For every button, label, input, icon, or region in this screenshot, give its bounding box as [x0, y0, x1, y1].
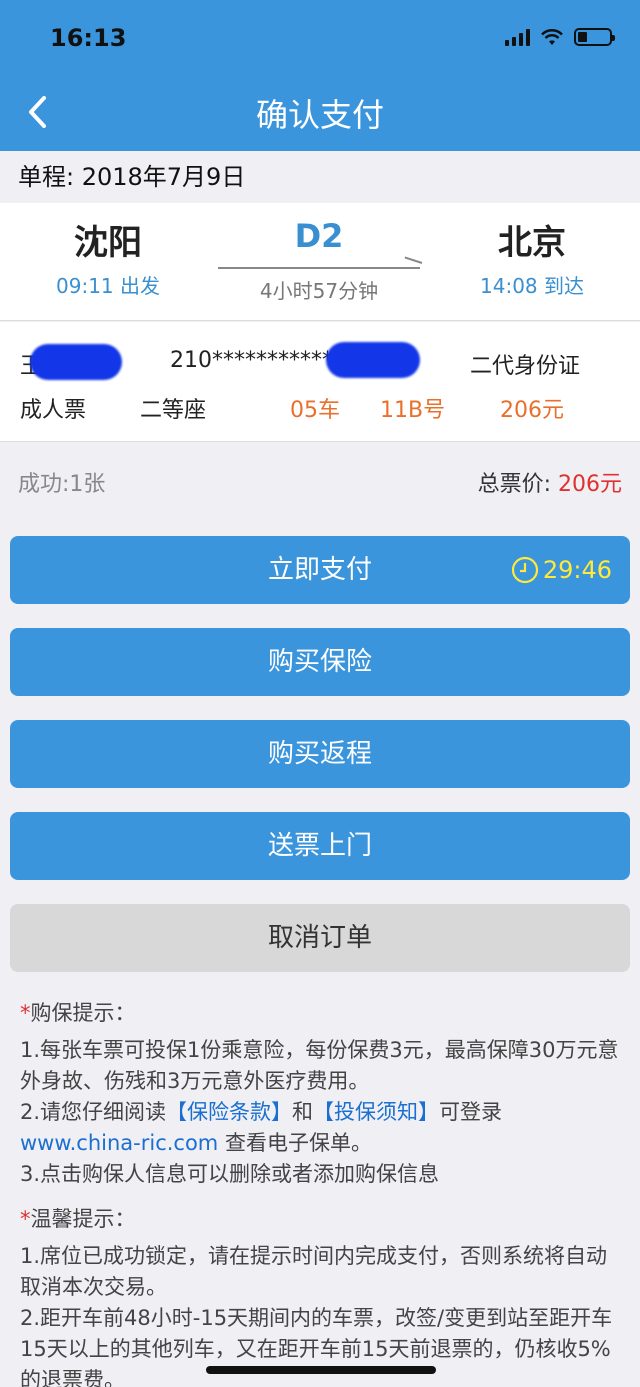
passenger-row[interactable]: 王 210***********2 二代身份证 成人票 二等座 05车 11B号…: [0, 322, 640, 442]
arrival-station: 北京 14:08 到达: [432, 215, 632, 299]
arrival-name: 北京: [498, 223, 566, 263]
insurance-url-link[interactable]: www.china-ric.com: [20, 1131, 218, 1155]
redaction-mark: [30, 344, 122, 380]
route-card: 沈阳 09:11 出发 D2 4小时57分钟 北京 14:08 到达: [0, 203, 640, 321]
ticket-price: 206元: [500, 398, 564, 423]
timer-text: 29:46: [542, 556, 612, 584]
train-code: D2: [294, 217, 344, 255]
departure-time: 09:11 出发: [56, 274, 160, 298]
pay-now-label: 立即支付: [267, 555, 372, 585]
insurance-tip-3: 3.点击购保人信息可以删除或者添加购保信息: [20, 1162, 440, 1186]
departure-name: 沈阳: [74, 223, 142, 263]
notice-tip-2: 2.距开车前48小时-15天期间内的车票，改签/变更到站至距开车15天以上的其他…: [20, 1306, 613, 1387]
insurance-terms-link[interactable]: 【保险条款】: [166, 1100, 292, 1124]
pay-now-button[interactable]: 立即支付 29:46: [10, 536, 630, 604]
wifi-icon: [541, 29, 563, 45]
delivery-button[interactable]: 送票上门: [10, 812, 630, 880]
clock-icon: [511, 556, 538, 584]
cancel-order-button[interactable]: 取消订单: [10, 904, 630, 972]
train-info: D2 4小时57分钟: [210, 217, 428, 304]
insurance-tips-title: *购保提示：: [20, 1001, 136, 1025]
passenger-id: 210***********2: [170, 348, 347, 373]
notice-tips-title: *温馨提示：: [20, 1207, 136, 1231]
route-arrow: [218, 267, 420, 269]
insurance-tip-2: 2.请您仔细阅读【保险条款】和【投保须知】可登录 www.china-ric.co…: [20, 1100, 503, 1155]
status-icons: [505, 28, 615, 46]
seat-class: 二等座: [140, 398, 207, 423]
car-number: 05车: [290, 398, 340, 423]
insurance-tip-1: 1.每张车票可投保1份乘意险，每份保费3元，最高保障30万元意外身故、伤残和3万…: [20, 1038, 619, 1093]
departure-station: 沈阳 09:11 出发: [8, 215, 208, 299]
notice-tip-1: 1.席位已成功锁定，请在提示时间内完成支付，否则系统将自动取消本次交易。: [20, 1244, 608, 1299]
redaction-mark: [326, 342, 420, 378]
total-label: 总票价:: [477, 472, 558, 497]
status-time: 16:13: [50, 24, 127, 52]
order-summary: 成功:1张 总票价: 206元: [0, 456, 640, 502]
seat-number: 11B号: [380, 398, 446, 423]
trip-duration: 4小时57分钟: [259, 279, 379, 303]
home-indicator[interactable]: [206, 1366, 436, 1374]
trip-date: 单程: 2018年7月9日: [0, 151, 640, 203]
battery-icon: [574, 28, 615, 46]
buy-return-button[interactable]: 购买返程: [10, 720, 630, 788]
page-title: 确认支付: [255, 96, 384, 134]
buy-insurance-button[interactable]: 购买保险: [10, 628, 630, 696]
total-value: 206元: [558, 472, 622, 497]
signal-icon: [505, 28, 530, 46]
total-price: 总票价: 206元: [478, 466, 622, 498]
tips-section: *购保提示： 1.每张车票可投保1份乘意险，每份保费3元，最高保障30万元意外身…: [20, 998, 620, 1387]
pay-timer: 29:46: [511, 536, 612, 604]
arrival-time: 14:08 到达: [480, 274, 584, 298]
id-type: 二代身份证: [470, 354, 581, 379]
header-bar: 16:13 确认支付: [0, 0, 640, 151]
insurance-notice-link[interactable]: 【投保须知】: [313, 1100, 439, 1124]
ticket-type: 成人票: [20, 398, 87, 423]
success-count: 成功:1张: [18, 472, 106, 497]
